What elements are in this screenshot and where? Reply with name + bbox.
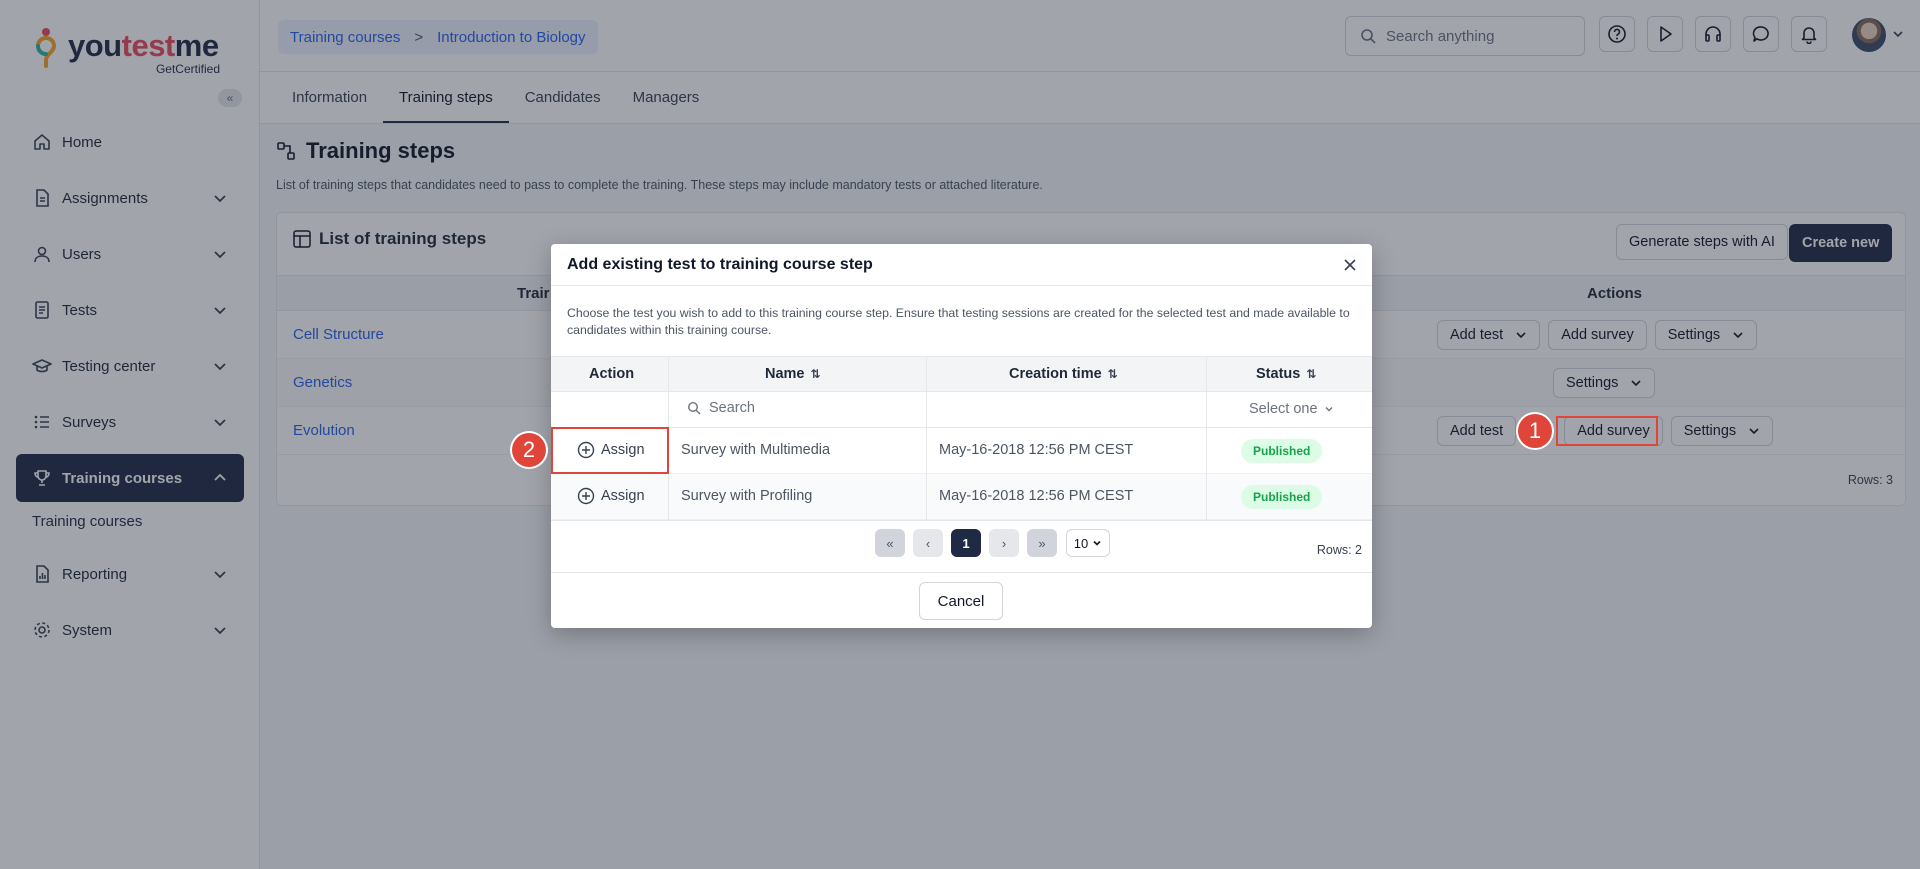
table-header: Action Name ⇅ Creation time ⇅ Status ⇅: [551, 356, 1372, 392]
close-icon[interactable]: [1342, 257, 1358, 273]
test-name: Survey with Profiling: [681, 488, 813, 504]
creation-time: May-16-2018 12:56 PM CEST: [939, 442, 1134, 458]
sort-icon: ⇅: [1306, 367, 1317, 381]
chevron-down-icon: [1093, 540, 1101, 546]
prev-page-button[interactable]: ‹: [913, 529, 943, 557]
status-badge: Published: [1241, 485, 1323, 509]
column-header-status[interactable]: Status ⇅: [1256, 366, 1316, 382]
table-row: Assign Survey with Multimedia May-16-201…: [551, 428, 1372, 474]
filter-row: Search Select one: [551, 392, 1372, 428]
assign-button[interactable]: Assign: [577, 487, 645, 505]
dialog-title: Add existing test to training course ste…: [567, 256, 873, 273]
column-header-name[interactable]: Name ⇅: [765, 366, 821, 382]
creation-time: May-16-2018 12:56 PM CEST: [939, 488, 1134, 504]
column-divider: [1206, 356, 1207, 520]
column-divider: [926, 356, 927, 520]
page-size-select[interactable]: 10: [1066, 529, 1110, 557]
highlight-assign: [551, 427, 669, 474]
search-placeholder: Search: [709, 400, 755, 416]
highlight-add-survey: [1556, 416, 1658, 446]
cancel-button[interactable]: Cancel: [919, 582, 1003, 620]
status-badge: Published: [1241, 439, 1323, 463]
chevron-down-icon: [1325, 407, 1333, 412]
column-header-creation-time[interactable]: Creation time ⇅: [1009, 366, 1118, 382]
sort-icon: ⇅: [810, 367, 821, 381]
table-row: Assign Survey with Profiling May-16-2018…: [551, 474, 1372, 520]
last-page-button[interactable]: »: [1027, 529, 1057, 557]
select-placeholder: Select one: [1249, 401, 1318, 417]
search-icon: [687, 401, 701, 415]
next-page-button[interactable]: ›: [989, 529, 1019, 557]
column-header-action: Action: [589, 366, 635, 382]
current-page-button[interactable]: 1: [951, 529, 981, 557]
dialog-header: Add existing test to training course ste…: [551, 244, 1372, 286]
sort-icon: ⇅: [1107, 367, 1118, 381]
plus-circle-icon: [577, 487, 595, 505]
dialog-description: Choose the test you wish to add to this …: [567, 306, 1350, 337]
name-search-input[interactable]: Search: [687, 400, 755, 416]
pagination: « ‹ 1 › » 10 Rows: 2: [551, 520, 1372, 564]
first-page-button[interactable]: «: [875, 529, 905, 557]
step-marker-1: 1: [1518, 414, 1552, 448]
status-filter-select[interactable]: Select one: [1249, 401, 1334, 417]
test-name: Survey with Multimedia: [681, 442, 831, 458]
dialog-footer: Cancel: [551, 572, 1372, 628]
add-existing-test-dialog: Add existing test to training course ste…: [551, 244, 1372, 628]
rows-count: Rows: 2: [1316, 543, 1362, 557]
step-marker-2: 2: [512, 433, 546, 467]
